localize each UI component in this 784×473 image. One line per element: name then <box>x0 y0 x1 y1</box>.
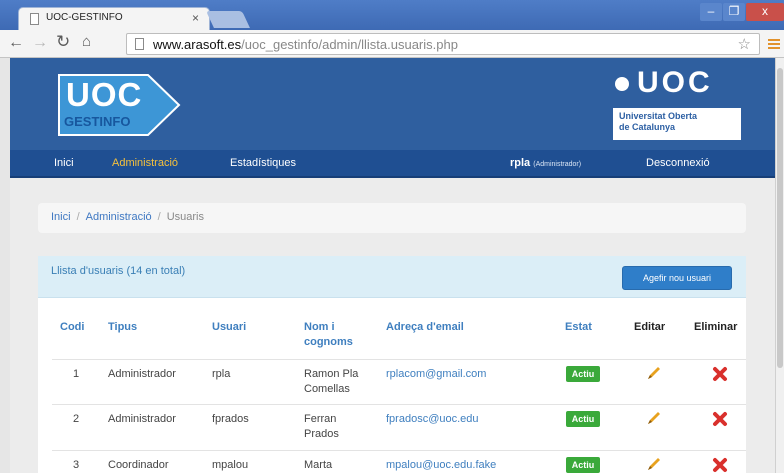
breadcrumb-separator: / <box>157 211 161 223</box>
gestinfo-logo[interactable]: UOC GESTINFO <box>56 72 182 138</box>
current-user[interactable]: rpla (Administrador) <box>510 157 581 169</box>
uoc-brand-text: UOC <box>637 66 713 99</box>
page-icon <box>30 13 39 25</box>
cell-type: Administrador <box>108 368 176 380</box>
pencil-icon[interactable] <box>644 408 664 428</box>
users-panel: Llista d'usuaris (14 en total) Agefir no… <box>38 256 746 473</box>
back-arrow-icon[interactable]: ← <box>8 34 24 52</box>
cell-code: 1 <box>73 368 80 380</box>
breadcrumb-inici[interactable]: Inici <box>51 211 71 223</box>
browser-menu-icon[interactable] <box>768 39 780 49</box>
uoc-name-plate: Universitat Oberta de Catalunya <box>613 108 741 140</box>
breadcrumb-usuaris: Usuaris <box>166 211 205 223</box>
cell-type: Administrador <box>108 413 176 425</box>
nav-administracio[interactable]: Administració <box>112 157 178 169</box>
cell-email[interactable]: rplacom@gmail.com <box>386 367 486 382</box>
home-icon[interactable]: ⌂ <box>82 33 91 50</box>
cell-user: fprados <box>212 413 249 425</box>
col-header-estat: Estat <box>565 321 592 333</box>
user-role: (Administrador) <box>533 161 582 168</box>
col-header-eliminar: Eliminar <box>694 321 738 333</box>
breadcrumb: Inici / Administració / Usuaris <box>38 203 746 233</box>
delete-x-icon[interactable] <box>712 411 728 427</box>
status-badge: Actiu <box>566 457 600 473</box>
row-divider <box>52 450 746 451</box>
row-divider <box>52 359 746 360</box>
username: rpla <box>510 157 531 169</box>
window-close-button[interactable]: x <box>746 3 784 21</box>
cell-user: rpla <box>212 368 231 380</box>
browser-tab[interactable]: UOC-GESTINFO × <box>18 7 210 30</box>
col-header-nom: Nom i cognoms <box>304 321 353 348</box>
logo-main-text: UOC <box>66 76 143 113</box>
page-scrollbar[interactable] <box>775 58 784 473</box>
pencil-icon[interactable] <box>644 363 664 383</box>
uoc-logo-mark <box>615 77 629 91</box>
browser-titlebar: UOC-GESTINFO × – ❐ x <box>0 0 784 30</box>
cell-code: 3 <box>73 459 80 471</box>
tab-close-icon[interactable]: × <box>192 11 199 25</box>
scrollbar-thumb[interactable] <box>777 68 783 368</box>
panel-title: Llista d'usuaris (14 en total) <box>51 265 186 277</box>
window-minimize-button[interactable]: – <box>700 3 722 21</box>
url-text: www.arasoft.es/uoc_gestinfo/admin/llista… <box>153 37 458 52</box>
cell-email[interactable]: mpalou@uoc.edu.fake <box>386 458 496 473</box>
site-header: UOC GESTINFO UOC Universitat Oberta de C… <box>10 58 775 150</box>
status-badge: Actiu <box>566 411 600 427</box>
page-content: UOC GESTINFO UOC Universitat Oberta de C… <box>10 58 775 473</box>
nav-estadistiques[interactable]: Estadístiques <box>230 157 296 169</box>
uoc-name-line1: Universitat Oberta <box>619 111 698 121</box>
cell-name: Marta <box>304 459 333 471</box>
cell-email[interactable]: fpradosc@uoc.edu <box>386 412 479 427</box>
nav-logout[interactable]: Desconnexió <box>646 157 710 169</box>
nav-inici[interactable]: Inici <box>54 157 74 169</box>
forward-arrow-icon[interactable]: → <box>32 34 48 52</box>
breadcrumb-separator: / <box>76 211 80 223</box>
breadcrumb-administracio[interactable]: Administració <box>86 211 152 223</box>
window-maximize-button[interactable]: ❐ <box>723 3 745 21</box>
status-badge: Actiu <box>566 366 600 382</box>
cell-user: mpalou <box>212 459 249 471</box>
col-header-codi: Codi <box>60 321 85 333</box>
page-icon <box>135 38 144 50</box>
col-header-tipus: Tipus <box>108 321 138 333</box>
cell-type: Coordinador <box>108 459 169 471</box>
browser-toolbar: ← → ↻ ⌂ www.arasoft.es/uoc_gestinfo/admi… <box>0 30 784 58</box>
reload-icon[interactable]: ↻ <box>56 32 70 52</box>
uoc-logo[interactable]: UOC Universitat Oberta de Catalunya <box>613 66 741 140</box>
row-divider <box>52 404 746 405</box>
delete-x-icon[interactable] <box>712 457 728 473</box>
new-tab-button[interactable] <box>206 11 250 28</box>
url-host: www.arasoft.es <box>153 37 242 52</box>
url-path: /uoc_gestinfo/admin/llista.usuaris.php <box>241 37 458 52</box>
main-nav: Inici Administració Estadístiques rpla (… <box>10 150 775 178</box>
col-header-editar: Editar <box>634 321 666 333</box>
bookmark-star-icon[interactable]: ☆ <box>738 35 751 53</box>
cell-name: Ferran Prados <box>304 413 339 440</box>
col-header-email: Adreça d'email <box>386 321 464 333</box>
panel-heading: Llista d'usuaris (14 en total) Agefir no… <box>38 256 746 298</box>
col-header-usuari: Usuari <box>212 321 247 333</box>
pencil-icon[interactable] <box>644 454 664 473</box>
cell-name: Ramon Pla Comellas <box>304 368 359 395</box>
uoc-name-line2: de Catalunya <box>619 122 676 132</box>
cell-code: 2 <box>73 413 80 425</box>
address-bar[interactable]: www.arasoft.es/uoc_gestinfo/admin/llista… <box>126 33 760 55</box>
tab-title: UOC-GESTINFO <box>46 12 123 23</box>
add-user-button[interactable]: Agefir nou usuari <box>622 266 732 290</box>
logo-sub-text: GESTINFO <box>64 114 131 129</box>
delete-x-icon[interactable] <box>712 366 728 382</box>
